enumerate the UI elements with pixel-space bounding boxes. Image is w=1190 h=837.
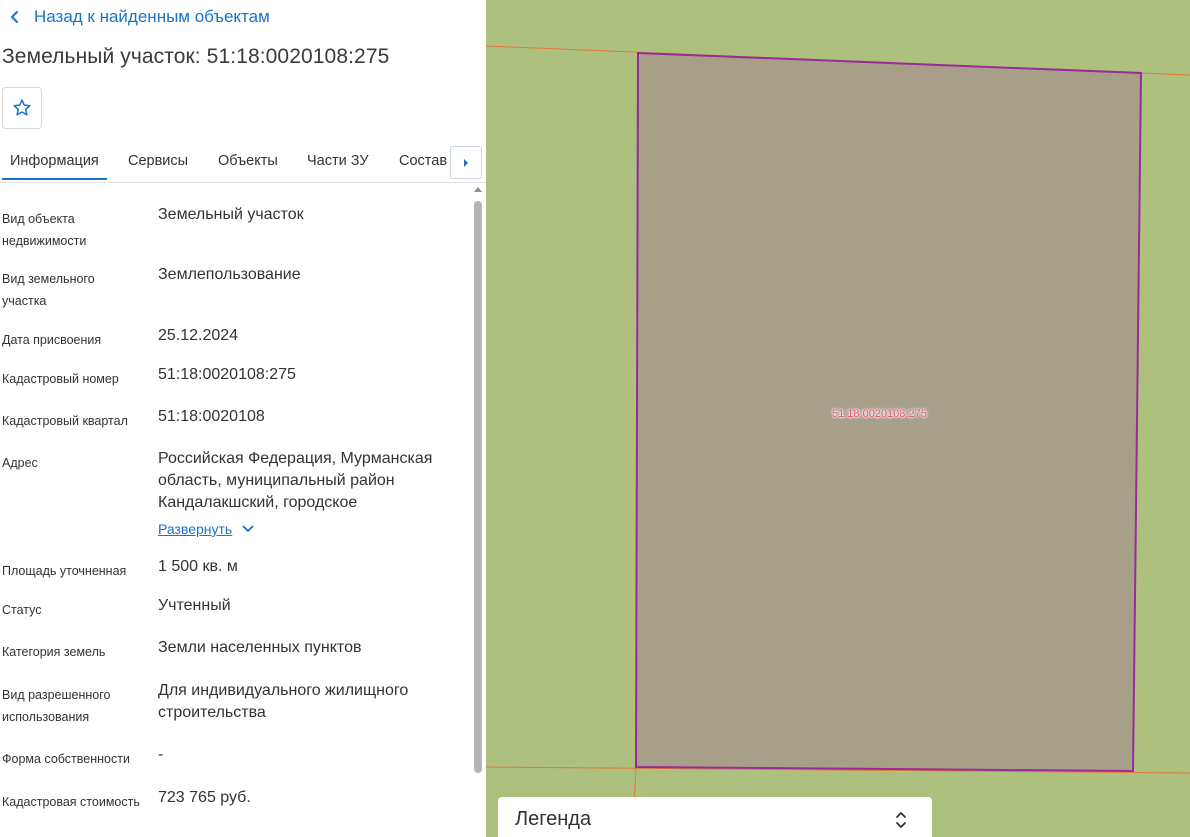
field-label: Площадь уточненная <box>2 564 127 578</box>
star-outline-icon <box>13 99 31 116</box>
scrollbar[interactable] <box>473 185 483 837</box>
field-label: Кадастровый квартал <box>2 414 128 428</box>
field-label: Кадастровый номер <box>2 372 119 386</box>
expand-label[interactable]: Развернуть <box>158 521 232 537</box>
tab-information[interactable]: Информация <box>2 153 107 180</box>
favorite-button[interactable] <box>2 87 42 129</box>
field-value: 723 765 руб. <box>158 789 251 806</box>
tab-composition[interactable]: Состав <box>399 153 447 169</box>
field-label: Вид объекта недвижимости <box>2 212 87 248</box>
field-label: Форма собственности <box>2 752 130 766</box>
field-label: Вид разрешенного использования <box>2 688 111 724</box>
field-value: Для индивидуального жилищного строительс… <box>158 682 409 721</box>
field-label: Категория земель <box>2 645 106 659</box>
tab-land-parts[interactable]: Части ЗУ <box>307 153 369 169</box>
chevron-down-icon <box>242 525 254 532</box>
field-value: Землепользование <box>158 266 301 283</box>
field-value: Земельный участок <box>158 206 304 223</box>
expand-collapse-icon[interactable] <box>895 809 907 831</box>
field-value: Российская Федерация, Мурманская область… <box>158 450 433 511</box>
page-title: Земельный участок: 51:18:0020108:275 <box>2 45 390 68</box>
caret-right-icon <box>464 158 468 167</box>
tab-objects[interactable]: Объекты <box>218 153 278 169</box>
legend-title: Легенда <box>515 808 592 830</box>
field-label: Кадастровая стоимость <box>2 795 140 809</box>
map-view[interactable]: 51:18:0020108:275 Легенда <box>486 0 1190 837</box>
field-value: Учтенный <box>158 597 231 614</box>
field-value: 51:18:0020108:275 <box>158 366 296 383</box>
chevron-left-icon <box>11 11 18 23</box>
tabs-scroll-right-button[interactable] <box>450 146 482 179</box>
info-panel: Назад к найденным объектам Земельный уча… <box>0 0 486 837</box>
back-link-label[interactable]: Назад к найденным объектам <box>34 7 270 27</box>
parcel-number-label: 51:18:0020108:275 <box>832 408 927 420</box>
field-label: Статус <box>2 603 42 617</box>
scroll-up-arrow-icon[interactable] <box>474 187 482 192</box>
field-label: Дата присвоения <box>2 333 102 347</box>
tab-services[interactable]: Сервисы <box>128 153 188 169</box>
field-label: Адрес <box>2 456 38 470</box>
field-value: 51:18:0020108 <box>158 408 265 425</box>
back-to-results-link[interactable]: Назад к найденным объектам <box>8 6 270 28</box>
field-value: 1 500 кв. м <box>158 558 238 575</box>
scrollbar-thumb[interactable] <box>474 201 482 773</box>
field-value: - <box>158 746 164 763</box>
expand-address-link[interactable]: Развернуть <box>158 521 254 537</box>
field-value: 25.12.2024 <box>158 327 239 344</box>
field-value: Земли населенных пунктов <box>158 639 362 656</box>
legend-panel[interactable]: Легенда <box>498 797 932 837</box>
tab-bar: Информация Сервисы Объекты Части ЗУ Сост… <box>0 143 486 183</box>
field-label: Вид земельного участка <box>2 272 95 308</box>
